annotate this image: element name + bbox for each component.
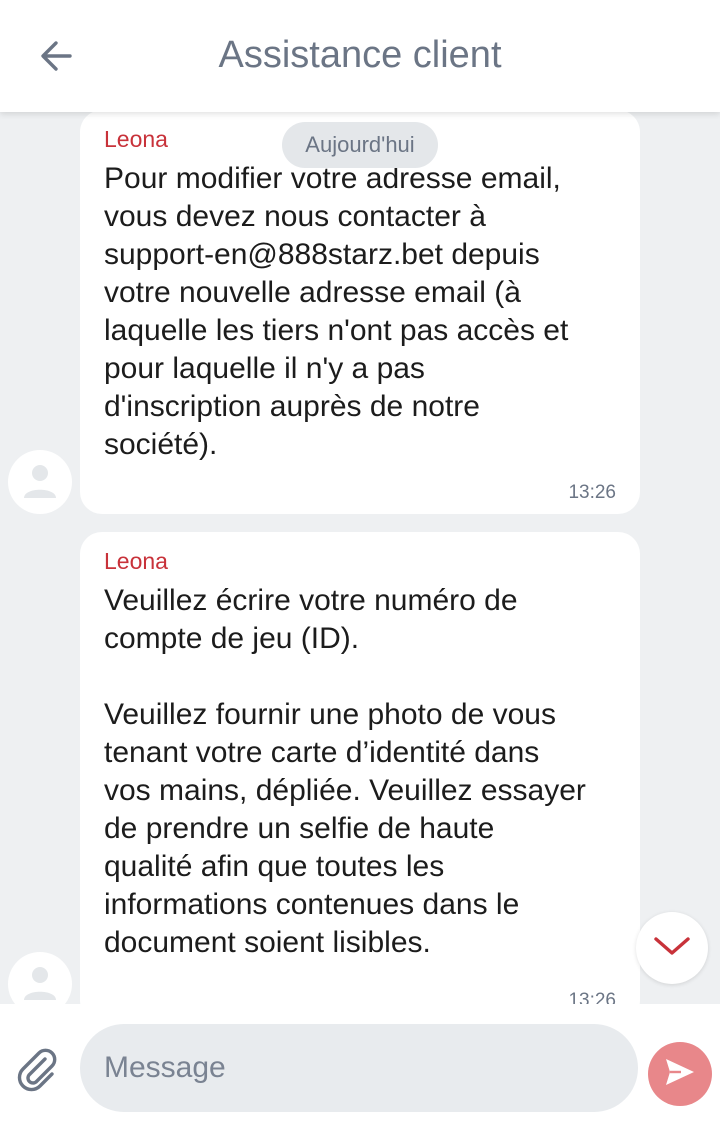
chat-area[interactable]: Aujourd'hui Leona Pour modifier votre ad… [0, 112, 720, 1004]
message-sender: Leona [104, 548, 168, 574]
chevron-down-icon [652, 934, 692, 963]
attach-button[interactable] [12, 1046, 64, 1098]
user-icon [20, 962, 60, 1005]
paperclip-icon [15, 1047, 61, 1098]
user-icon [20, 460, 60, 505]
send-icon [663, 1055, 697, 1094]
avatar [8, 952, 72, 1004]
scroll-to-bottom-button[interactable] [636, 912, 708, 984]
app-header: Assistance client [0, 0, 720, 112]
message-input[interactable] [80, 1024, 638, 1112]
message-text: Pour modifier votre adresse email, vous … [104, 162, 569, 461]
message-time: 13:26 [568, 990, 616, 1004]
date-chip: Aujourd'hui [282, 122, 438, 168]
message-bubble: Leona Pour modifier votre adresse email,… [80, 112, 640, 514]
send-button[interactable] [648, 1042, 712, 1106]
avatar [8, 450, 72, 514]
message-bubble: Leona Veuillez écrire votre numéro de co… [80, 532, 640, 1004]
message-time: 13:26 [568, 482, 616, 503]
page-title: Assistance client [218, 34, 502, 76]
message-text: Veuillez écrire votre numéro de compte d… [104, 584, 586, 959]
